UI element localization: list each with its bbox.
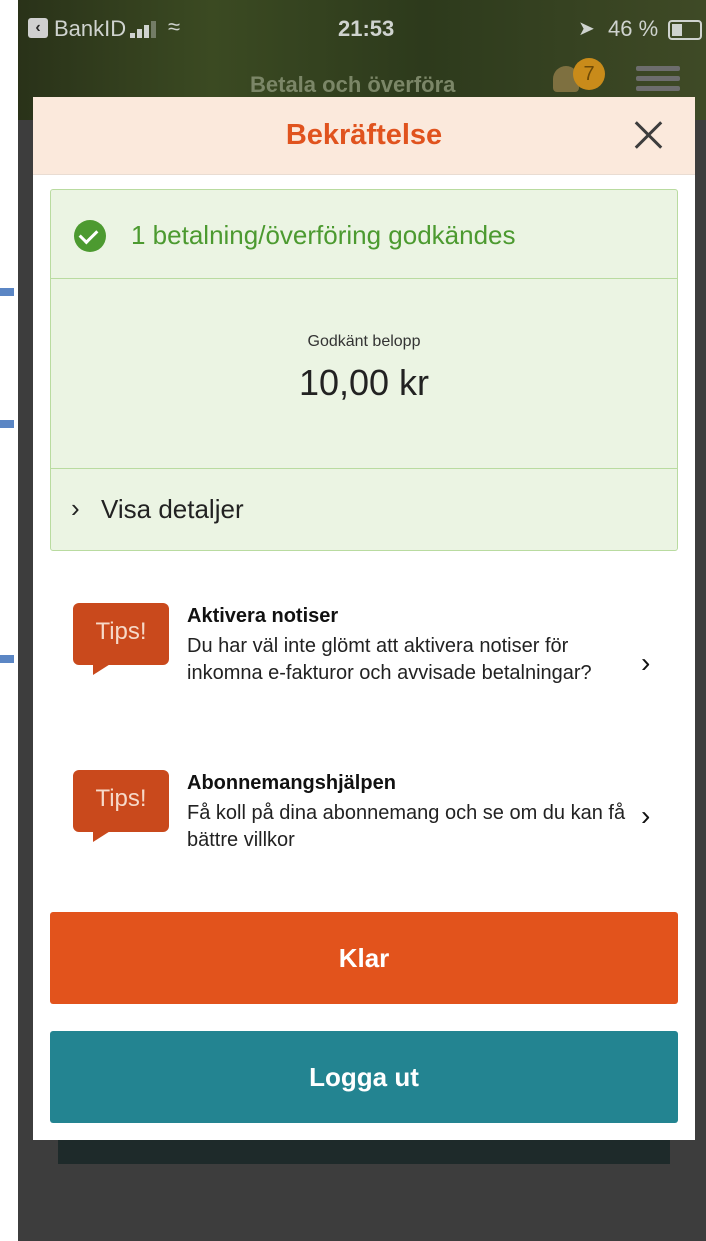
success-row: 1 betalning/överföring godkändes — [51, 190, 677, 279]
success-message: 1 betalning/överföring godkändes — [131, 220, 516, 250]
page-title: Betala och överföra — [250, 72, 456, 97]
menu-icon[interactable] — [636, 66, 680, 92]
tip-title: Abonnemangshjälpen — [187, 772, 396, 794]
edge-marker — [0, 420, 14, 428]
tip-body: Få koll på dina abonnemang och se om du … — [187, 802, 626, 851]
tip-body: Du har väl inte glömt att aktivera notis… — [187, 635, 592, 684]
wifi-icon: ≈ — [168, 14, 181, 39]
signal-icon — [130, 20, 160, 38]
notification-badge[interactable]: 7 — [573, 58, 605, 90]
speech-bubble-tail — [93, 828, 115, 842]
tips-badge-icon: Tips! — [73, 603, 169, 665]
speech-bubble-tail — [93, 661, 115, 675]
status-time: 21:53 — [338, 16, 395, 41]
edge-marker — [0, 655, 14, 663]
chevron-right-icon: › — [641, 800, 651, 831]
modal-title: Bekräftelse — [285, 119, 443, 151]
battery-percentage: 46 % — [608, 16, 659, 41]
show-details-label: Visa detaljer — [101, 494, 244, 524]
tips-badge-icon: Tips! — [73, 770, 169, 832]
modal-header: Bekräftelse — [33, 97, 695, 175]
show-details-toggle[interactable]: › Visa detaljer — [51, 468, 677, 551]
status-bar: ‹ BankID ≈ 21:53 ➤ 46 % — [18, 12, 706, 48]
logout-button[interactable]: Logga ut — [50, 1031, 678, 1123]
back-to-app-icon[interactable]: ‹ — [28, 18, 48, 38]
tip-item-subscriptions[interactable]: Tips! Abonnemangshjälpen Få koll på dina… — [73, 770, 673, 860]
tip-title: Aktivera notiser — [187, 605, 339, 627]
done-button[interactable]: Klar — [50, 912, 678, 1004]
battery-icon — [668, 20, 702, 40]
check-circle-icon — [74, 220, 106, 252]
confirmation-modal: Bekräftelse 1 betalning/överföring godkä… — [33, 97, 695, 1140]
chevron-right-icon: › — [71, 493, 80, 523]
success-panel: 1 betalning/överföring godkändes Godkänt… — [50, 189, 678, 551]
chevron-right-icon: › — [641, 647, 651, 678]
background-panel-edge — [58, 1140, 670, 1164]
close-icon[interactable] — [631, 117, 667, 153]
tip-item-notifications[interactable]: Tips! Aktivera notiser Du har väl inte g… — [73, 603, 673, 723]
amount-value: 10,00 kr — [298, 362, 430, 403]
left-edge-strip — [0, 0, 18, 1241]
edge-marker — [0, 288, 14, 296]
status-carrier: BankID — [54, 16, 127, 41]
location-arrow-icon: ➤ — [578, 18, 595, 40]
amount-label: Godkänt belopp — [307, 333, 421, 350]
